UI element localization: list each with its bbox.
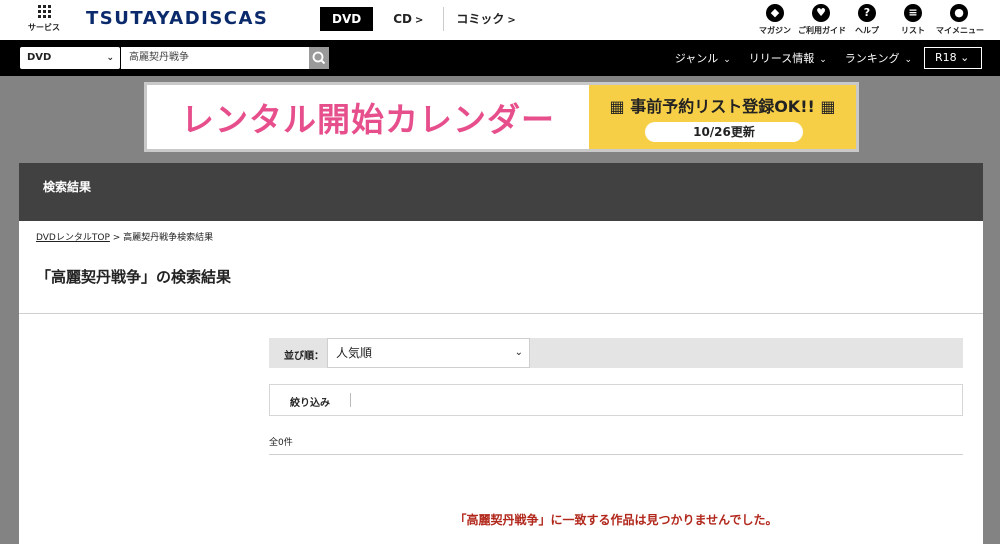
filter-bar[interactable]: 絞り込み (269, 384, 963, 416)
breadcrumb-current: 高麗契丹戦争検索結果 (123, 233, 214, 243)
no-results-message: 「高麗契丹戦争」に一致する作品は見つかりませんでした。 (454, 513, 778, 527)
site-logo[interactable]: TSUTAYADISCAS (86, 8, 268, 29)
divider (269, 454, 963, 455)
help-link[interactable]: ? ヘルプ (844, 4, 890, 36)
result-count: 全0件 (269, 438, 293, 448)
list-icon: ≡ (904, 4, 922, 22)
banner-title: レンタル開始カレンダー (181, 100, 555, 139)
service-label: サービス (28, 23, 60, 32)
tab-cd[interactable]: CD > (393, 7, 423, 31)
chevron-down-icon: ⌄ (514, 347, 523, 358)
mymenu-link[interactable]: ● マイメニュー (936, 4, 984, 36)
divider (19, 313, 983, 314)
chevron-down-icon: ⌄ (106, 53, 114, 63)
category-tabs: DVD CD > コミック > (320, 7, 536, 31)
section-header: 検索結果 (19, 163, 983, 221)
tab-dvd[interactable]: DVD (320, 7, 374, 31)
search-input[interactable]: 高麗契丹戦争 (121, 47, 309, 69)
calendar-icon: ▦ (609, 97, 625, 116)
top-header: サービス TSUTAYADISCAS DVD CD > コミック > ◆ マガジン … (0, 0, 1000, 40)
sort-bar: 並び順： 人気順 ⌄ (269, 338, 963, 368)
banner-subtitle: ▦ 事前予約リスト登録OK!! ▦ (609, 97, 836, 116)
chevron-down-icon: ⌄ (960, 51, 970, 64)
search-bar: DVD ⌄ 高麗契丹戦争 ジャンル ⌄ リリース情報 ⌄ ランキング ⌄ R18 ⌄ (0, 40, 1000, 76)
r18-select[interactable]: R18 ⌄ (924, 47, 982, 69)
results-panel: 検索結果 DVDレンタルTOP > 高麗契丹戦争検索結果 「高麗契丹戦争」の検索… (19, 163, 983, 544)
page-title: 「高麗契丹戦争」の検索結果 (36, 268, 232, 286)
service-menu[interactable]: サービス (22, 5, 66, 33)
magazine-link[interactable]: ◆ マガジン (752, 4, 798, 36)
chevron-down-icon: ⌄ (723, 55, 731, 65)
user-icon: ● (950, 4, 968, 22)
category-select[interactable]: DVD ⌄ (20, 47, 120, 69)
banner-right: ▦ 事前予約リスト登録OK!! ▦ 10/26更新 (589, 85, 856, 149)
breadcrumb-link-top[interactable]: DVDレンタルTOP (36, 233, 110, 243)
sort-select[interactable]: 人気順 ⌄ (327, 338, 530, 368)
rental-calendar-banner[interactable]: レンタル開始カレンダー ▦ 事前予約リスト登録OK!! ▦ 10/26更新 (144, 82, 859, 152)
guide-icon: ♥ (812, 4, 830, 22)
chevron-down-icon: ⌄ (904, 55, 912, 65)
header-icons: ◆ マガジン ♥ ご利用ガイド ? ヘルプ ≡ リスト ● マイメニュー (752, 4, 984, 36)
filter-divider (350, 393, 351, 407)
banner-date: 10/26更新 (645, 122, 803, 142)
filter-label: 絞り込み (290, 398, 330, 409)
global-menus: ジャンル ⌄ リリース情報 ⌄ ランキング ⌄ R18 ⌄ (657, 47, 982, 69)
help-icon: ? (858, 4, 876, 22)
search-icon (312, 51, 326, 65)
magazine-icon: ◆ (766, 4, 784, 22)
tab-divider (443, 7, 445, 31)
chevron-right-icon: > (507, 15, 516, 26)
menu-ranking[interactable]: ランキング ⌄ (845, 50, 912, 66)
list-link[interactable]: ≡ リスト (890, 4, 936, 36)
search-button[interactable] (309, 47, 329, 69)
chevron-right-icon: > (415, 15, 424, 26)
guide-link[interactable]: ♥ ご利用ガイド (798, 4, 846, 36)
chevron-down-icon: ⌄ (819, 55, 827, 65)
menu-release[interactable]: リリース情報 ⌄ (749, 50, 827, 66)
sort-label: 並び順： (284, 351, 324, 362)
menu-genre[interactable]: ジャンル ⌄ (675, 50, 731, 66)
grid-icon (37, 5, 51, 18)
calendar-icon: ▦ (820, 97, 836, 116)
tab-comic[interactable]: コミック > (456, 7, 515, 31)
breadcrumb: DVDレンタルTOP > 高麗契丹戦争検索結果 (36, 233, 214, 243)
